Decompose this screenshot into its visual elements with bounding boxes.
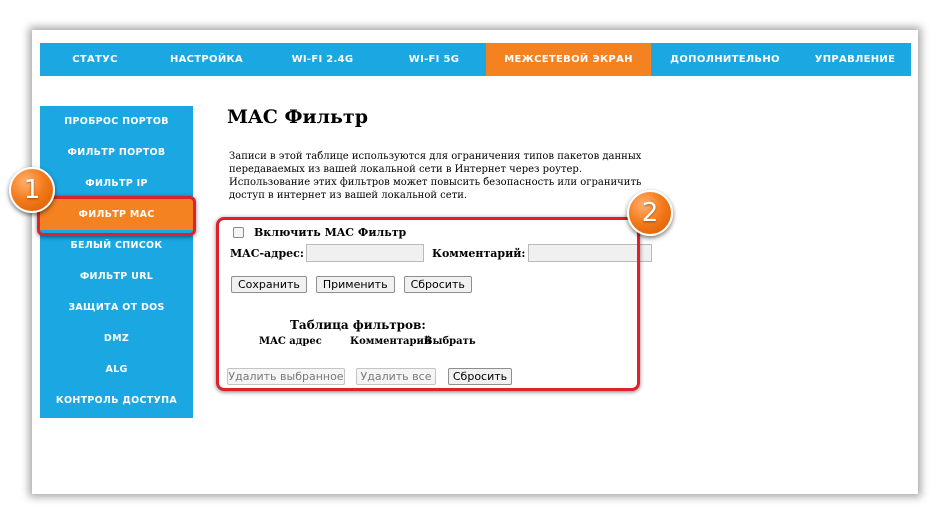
tab-status[interactable]: СТАТУС [40,43,150,76]
step-2-badge: 2 [627,190,673,236]
tab-wifi-24[interactable]: WI-FI 2.4G [263,43,382,76]
sidebar-item-port-filter[interactable]: ФИЛЬТР ПОРТОВ [40,137,193,168]
sidebar-item-url-filter[interactable]: ФИЛЬТР URL [40,261,193,292]
side-nav: ПРОБРОС ПОРТОВ ФИЛЬТР ПОРТОВ ФИЛЬТР IP Ф… [40,106,193,418]
tab-settings[interactable]: НАСТРОЙКА [150,43,263,76]
sidebar-item-alg[interactable]: ALG [40,354,193,385]
top-nav: СТАТУС НАСТРОЙКА WI-FI 2.4G WI-FI 5G МЕЖ… [40,43,911,76]
highlight-mac-filter-menu [37,196,196,236]
page-description: Записи в этой таблице используются для о… [229,151,642,201]
highlight-mac-filter-form [216,217,640,391]
tab-advanced[interactable]: ДОПОЛНИТЕЛЬНО [651,43,799,76]
tab-management[interactable]: УПРАВЛЕНИЕ [799,43,911,76]
tab-firewall[interactable]: МЕЖСЕТЕВОЙ ЭКРАН [486,43,651,76]
sidebar-item-access-control[interactable]: КОНТРОЛЬ ДОСТУПА [40,385,193,416]
step-1-badge: 1 [9,167,55,213]
sidebar-item-dos-protection[interactable]: ЗАЩИТА ОТ DOS [40,292,193,323]
sidebar-item-ip-filter[interactable]: ФИЛЬТР IP [40,168,193,199]
sidebar-item-dmz[interactable]: DMZ [40,323,193,354]
sidebar-item-port-forwarding[interactable]: ПРОБРОС ПОРТОВ [40,106,193,137]
page-title: MAC Фильтр [227,106,368,128]
tab-wifi-5[interactable]: WI-FI 5G [382,43,486,76]
